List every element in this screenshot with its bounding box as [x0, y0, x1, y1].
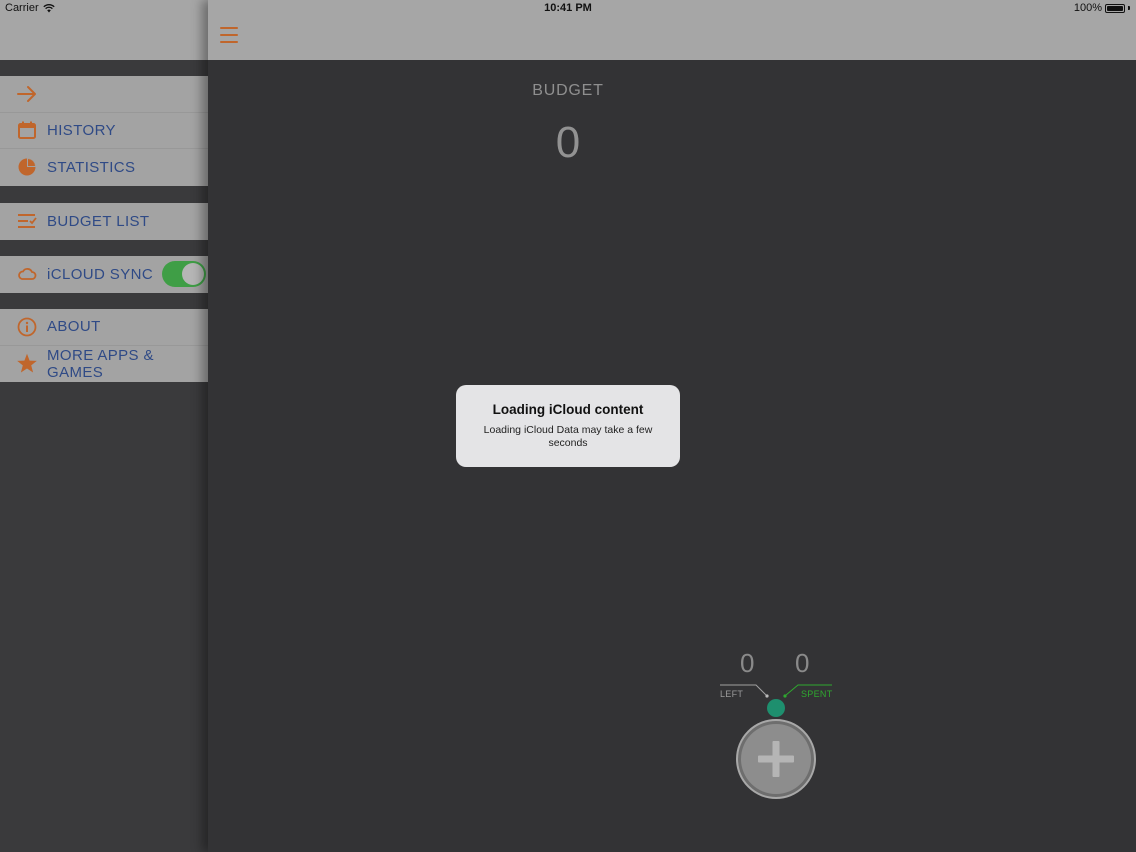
sidebar-item-more-apps[interactable]: MORE APPS & GAMES [0, 346, 208, 383]
sidebar-item-budget-list[interactable]: BUDGET LIST [0, 203, 208, 240]
menu-group-info: ABOUT MORE APPS & GAMES [0, 309, 208, 382]
alert-title: Loading iCloud content [492, 402, 644, 417]
toggle-knob [182, 263, 204, 286]
alert-message: Loading iCloud Data may take a few secon… [483, 424, 653, 449]
sidebar-item-icloud-sync: iCLOUD SYNC [0, 256, 208, 293]
plus-icon [758, 741, 794, 777]
star-icon [16, 353, 38, 375]
menu-group-sync: iCLOUD SYNC [0, 256, 208, 293]
balance-indicator-dot [767, 699, 785, 717]
budget-value: 0 [555, 118, 581, 167]
left-amount: 0 [740, 648, 755, 678]
hamburger-icon[interactable] [220, 27, 238, 43]
menu-group-budgets: BUDGET LIST [0, 203, 208, 240]
battery-icon [1105, 3, 1125, 13]
sidebar-item-about[interactable]: ABOUT [0, 309, 208, 346]
status-bar: Carrier 10:41 PM 100% [0, 0, 1136, 18]
loading-alert: Loading iCloud content Loading iCloud Da… [456, 385, 680, 467]
sidebar-item-label: ABOUT [47, 318, 101, 336]
icloud-sync-toggle[interactable] [162, 261, 206, 288]
sidebar-item-label: BUDGET LIST [47, 212, 150, 230]
clock: 10:41 PM [544, 2, 592, 14]
list-icon [16, 210, 38, 232]
add-expense-button[interactable] [736, 719, 816, 799]
spent-amount: 0 [795, 648, 810, 678]
sidebar-item-label: iCLOUD SYNC [47, 265, 154, 283]
battery-percent: 100% [1073, 2, 1102, 14]
info-icon [16, 316, 38, 338]
battery-indicator: 100% [1074, 2, 1130, 14]
cloud-icon [16, 263, 38, 285]
budget-label: BUDGET [532, 82, 604, 99]
sidebar-item-label: MORE APPS & GAMES [47, 346, 154, 381]
